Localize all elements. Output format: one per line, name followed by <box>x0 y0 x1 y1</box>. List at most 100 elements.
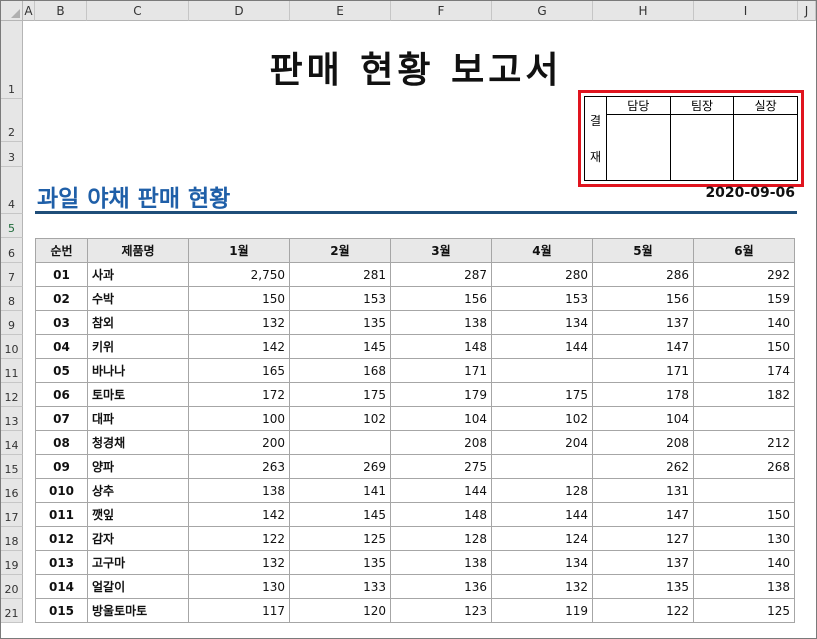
sales-value-cell[interactable]: 130 <box>693 526 795 551</box>
sales-value-cell[interactable]: 150 <box>693 334 795 359</box>
row-number-cell[interactable]: 05 <box>35 358 88 383</box>
sales-value-cell[interactable]: 142 <box>188 502 290 527</box>
sales-value-cell[interactable]: 153 <box>491 286 593 311</box>
sales-value-cell[interactable]: 171 <box>390 358 492 383</box>
sales-value-cell[interactable]: 131 <box>592 478 694 503</box>
row-header-21[interactable]: 21 <box>1 599 23 623</box>
select-all-button[interactable] <box>1 1 23 21</box>
sales-value-cell[interactable]: 182 <box>693 382 795 407</box>
sales-value-cell[interactable]: 132 <box>188 550 290 575</box>
sales-value-cell[interactable]: 174 <box>693 358 795 383</box>
sales-value-cell[interactable]: 172 <box>188 382 290 407</box>
column-header-j[interactable]: J <box>798 1 816 21</box>
sales-value-cell[interactable]: 145 <box>289 334 391 359</box>
row-header-17[interactable]: 17 <box>1 503 23 527</box>
sales-value-cell[interactable]: 124 <box>491 526 593 551</box>
column-header-h[interactable]: H <box>593 1 694 21</box>
row-header-5[interactable]: 5 <box>1 214 23 238</box>
product-name-cell[interactable]: 감자 <box>87 526 189 551</box>
sales-value-cell[interactable]: 102 <box>491 406 593 431</box>
sales-value-cell[interactable]: 127 <box>592 526 694 551</box>
sales-value-cell[interactable]: 153 <box>289 286 391 311</box>
sales-value-cell[interactable]: 138 <box>390 550 492 575</box>
sales-value-cell[interactable]: 128 <box>491 478 593 503</box>
row-header-7[interactable]: 7 <box>1 263 23 287</box>
row-number-cell[interactable]: 06 <box>35 382 88 407</box>
column-header-f[interactable]: F <box>391 1 492 21</box>
sales-value-cell[interactable]: 208 <box>390 430 492 455</box>
sales-value-cell[interactable] <box>693 406 795 431</box>
sales-value-cell[interactable]: 140 <box>693 310 795 335</box>
sales-value-cell[interactable]: 145 <box>289 502 391 527</box>
sales-value-cell[interactable]: 138 <box>390 310 492 335</box>
sales-value-cell[interactable]: 125 <box>693 598 795 623</box>
sales-value-cell[interactable]: 269 <box>289 454 391 479</box>
sales-value-cell[interactable]: 136 <box>390 574 492 599</box>
sales-value-cell[interactable]: 144 <box>390 478 492 503</box>
sales-value-cell[interactable] <box>491 358 593 383</box>
sales-value-cell[interactable]: 156 <box>390 286 492 311</box>
sales-value-cell[interactable]: 135 <box>289 550 391 575</box>
product-name-cell[interactable]: 상추 <box>87 478 189 503</box>
row-number-cell[interactable]: 09 <box>35 454 88 479</box>
row-header-12[interactable]: 12 <box>1 383 23 407</box>
product-name-cell[interactable]: 청경채 <box>87 430 189 455</box>
product-name-cell[interactable]: 얼갈이 <box>87 574 189 599</box>
sales-value-cell[interactable]: 140 <box>693 550 795 575</box>
sales-value-cell[interactable]: 132 <box>491 574 593 599</box>
sales-value-cell[interactable]: 134 <box>491 550 593 575</box>
product-name-cell[interactable]: 대파 <box>87 406 189 431</box>
sales-value-cell[interactable]: 142 <box>188 334 290 359</box>
sales-value-cell[interactable]: 275 <box>390 454 492 479</box>
sales-value-cell[interactable]: 178 <box>592 382 694 407</box>
sales-value-cell[interactable]: 135 <box>289 310 391 335</box>
sales-value-cell[interactable]: 148 <box>390 502 492 527</box>
product-name-cell[interactable]: 수박 <box>87 286 189 311</box>
sales-value-cell[interactable]: 104 <box>390 406 492 431</box>
sales-value-cell[interactable]: 144 <box>491 502 593 527</box>
column-header-e[interactable]: E <box>290 1 391 21</box>
sales-value-cell[interactable]: 268 <box>693 454 795 479</box>
sales-value-cell[interactable]: 138 <box>693 574 795 599</box>
sales-value-cell[interactable]: 175 <box>491 382 593 407</box>
sales-value-cell[interactable]: 133 <box>289 574 391 599</box>
product-name-cell[interactable]: 토마토 <box>87 382 189 407</box>
row-number-cell[interactable]: 010 <box>35 478 88 503</box>
approval-sign-director[interactable] <box>733 114 798 181</box>
sales-value-cell[interactable]: 132 <box>188 310 290 335</box>
sales-value-cell[interactable]: 119 <box>491 598 593 623</box>
row-header-11[interactable]: 11 <box>1 359 23 383</box>
column-header-b[interactable]: B <box>35 1 87 21</box>
row-number-cell[interactable]: 03 <box>35 310 88 335</box>
row-number-cell[interactable]: 02 <box>35 286 88 311</box>
sales-value-cell[interactable] <box>693 478 795 503</box>
sales-value-cell[interactable]: 2,750 <box>188 262 290 287</box>
sales-value-cell[interactable]: 150 <box>188 286 290 311</box>
row-number-cell[interactable]: 015 <box>35 598 88 623</box>
sales-value-cell[interactable]: 147 <box>592 334 694 359</box>
sales-value-cell[interactable]: 200 <box>188 430 290 455</box>
sales-value-cell[interactable]: 175 <box>289 382 391 407</box>
product-name-cell[interactable]: 사과 <box>87 262 189 287</box>
product-name-cell[interactable]: 참외 <box>87 310 189 335</box>
row-header-1[interactable]: 1 <box>1 21 23 99</box>
sales-value-cell[interactable]: 117 <box>188 598 290 623</box>
sales-value-cell[interactable]: 287 <box>390 262 492 287</box>
sales-value-cell[interactable]: 122 <box>188 526 290 551</box>
sales-value-cell[interactable]: 208 <box>592 430 694 455</box>
product-name-cell[interactable]: 방울토마토 <box>87 598 189 623</box>
sales-value-cell[interactable]: 262 <box>592 454 694 479</box>
sales-value-cell[interactable]: 104 <box>592 406 694 431</box>
sales-value-cell[interactable]: 138 <box>188 478 290 503</box>
sales-value-cell[interactable]: 156 <box>592 286 694 311</box>
row-header-2[interactable]: 2 <box>1 99 23 142</box>
sales-value-cell[interactable]: 130 <box>188 574 290 599</box>
row-number-cell[interactable]: 01 <box>35 262 88 287</box>
product-name-cell[interactable]: 고구마 <box>87 550 189 575</box>
sales-value-cell[interactable]: 168 <box>289 358 391 383</box>
row-header-14[interactable]: 14 <box>1 431 23 455</box>
row-header-19[interactable]: 19 <box>1 551 23 575</box>
sales-value-cell[interactable]: 204 <box>491 430 593 455</box>
approval-sign-team-lead[interactable] <box>669 114 735 181</box>
sales-value-cell[interactable]: 100 <box>188 406 290 431</box>
